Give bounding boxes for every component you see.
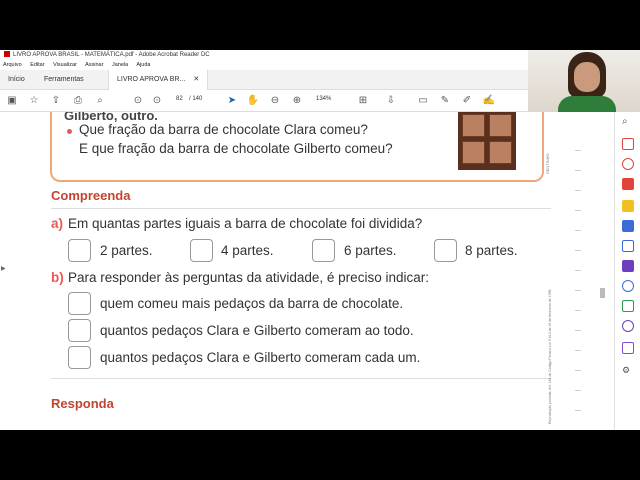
- tab-home[interactable]: Início: [0, 70, 33, 90]
- chocolate-bar-image: [458, 112, 516, 170]
- item-a-text: Em quantas partes iguais a barra de choc…: [68, 216, 423, 231]
- option-b-2: quantos pedaços Clara e Gilberto comeram…: [100, 323, 414, 338]
- scan-ocr-icon[interactable]: [622, 300, 634, 312]
- checkbox-a-1[interactable]: [68, 239, 91, 262]
- menu-assinar[interactable]: Assinar: [85, 62, 103, 68]
- checkbox-b-3[interactable]: [68, 346, 91, 369]
- option-b-1: quem comeu mais pedaços da barra de choc…: [100, 296, 404, 311]
- select-cursor-icon[interactable]: ➤: [225, 94, 239, 108]
- title-bar: LIVRO APROVA BRASIL - MATEMÁTICA.pdf - A…: [0, 50, 528, 61]
- print-icon[interactable]: ⎙: [71, 94, 85, 108]
- menu-ajuda[interactable]: Ajuda: [136, 62, 150, 68]
- fit-page-icon[interactable]: ⊞: [356, 94, 370, 108]
- zoom-out-icon[interactable]: ⊖: [268, 94, 282, 108]
- menu-editar[interactable]: Editar: [30, 62, 44, 68]
- checkbox-a-4[interactable]: [434, 239, 457, 262]
- hand-tool-icon[interactable]: ✋: [246, 94, 260, 108]
- checkbox-b-2[interactable]: [68, 319, 91, 342]
- webcam-overlay: [528, 50, 640, 112]
- fill-sign-icon[interactable]: [622, 260, 634, 272]
- page-total: / 140: [189, 96, 203, 102]
- page-current[interactable]: 82: [176, 96, 183, 102]
- presenter-shirt: [558, 96, 616, 112]
- left-panel-toggle-icon[interactable]: ▶: [1, 265, 6, 272]
- export-pdf-icon[interactable]: [622, 138, 634, 150]
- highlight-icon[interactable]: ✐: [460, 94, 474, 108]
- settings-icon[interactable]: ⚙: [622, 364, 634, 376]
- pdf-page: Gilberto, outro. Que fração da barra de …: [8, 112, 604, 430]
- acrobat-icon: [4, 51, 10, 57]
- tab-home-label: Início: [8, 76, 25, 83]
- copyright-notice: Reprodução proibida. Art. 184 do Código …: [548, 288, 552, 424]
- window-title: LIVRO APROVA BRASIL - MATEMÁTICA.pdf - A…: [13, 52, 210, 58]
- question-line-1: Que fração da barra de chocolate Clara c…: [79, 122, 368, 137]
- tab-bar: Início Ferramentas LIVRO APROVA BR... ✕: [0, 70, 528, 90]
- tab-tools[interactable]: Ferramentas: [36, 70, 92, 90]
- menu-bar: Arquivo Editar Visualizar Assinar Janela…: [0, 61, 528, 70]
- comment-tool-icon[interactable]: [622, 200, 634, 212]
- side-label: SENTINHO: [545, 153, 550, 174]
- section-responda: Responda: [51, 396, 114, 411]
- checkbox-a-3[interactable]: [312, 239, 335, 262]
- menu-visualizar[interactable]: Visualizar: [53, 62, 77, 68]
- item-a-label: a): [51, 216, 64, 231]
- save-icon[interactable]: ▣: [5, 94, 19, 108]
- send-review-icon[interactable]: [622, 342, 634, 354]
- divider: [51, 378, 551, 379]
- checkbox-b-1[interactable]: [68, 292, 91, 315]
- zoom-search-icon[interactable]: ⌕: [622, 116, 634, 128]
- question-line-2: E que fração da barra de chocolate Gilbe…: [79, 141, 393, 156]
- bookmark-star-icon[interactable]: ☆: [27, 94, 41, 108]
- sign-icon[interactable]: ✍: [482, 94, 496, 108]
- option-b-3: quantos pedaços Clara e Gilberto comeram…: [100, 350, 421, 365]
- tab-document-label: LIVRO APROVA BR...: [117, 76, 186, 83]
- option-a-4: 8 partes.: [465, 243, 518, 258]
- menu-arquivo[interactable]: Arquivo: [3, 62, 22, 68]
- toolbar: ▣ ☆ ⇪ ⎙ ⌕ ⊙ ⊙ 82 / 140 ➤ ✋ ⊖ ⊕ 134% ⊞ ⇩ …: [0, 90, 528, 112]
- scroll-mode-icon[interactable]: ⇩: [384, 94, 398, 108]
- presenter-face: [574, 62, 600, 92]
- bullet: [67, 129, 72, 134]
- zoom-level[interactable]: 134%: [316, 96, 331, 102]
- app-window: LIVRO APROVA BRASIL - MATEMÁTICA.pdf - A…: [0, 50, 640, 430]
- combine-files-icon[interactable]: [622, 220, 634, 232]
- vertical-scrollbar[interactable]: [598, 112, 606, 430]
- tab-document[interactable]: LIVRO APROVA BR... ✕: [108, 70, 209, 90]
- scrollbar-thumb[interactable]: [600, 288, 605, 298]
- upload-icon[interactable]: ⇪: [49, 94, 63, 108]
- pen-icon[interactable]: ✎: [438, 94, 452, 108]
- divider: [51, 208, 551, 209]
- next-page-icon[interactable]: ⊙: [150, 94, 164, 108]
- zoom-search-icon[interactable]: ⌕: [93, 94, 107, 108]
- menu-janela[interactable]: Janela: [112, 62, 128, 68]
- protect-icon[interactable]: [622, 280, 634, 292]
- zoom-in-icon[interactable]: ⊕: [290, 94, 304, 108]
- organize-pages-icon[interactable]: [622, 240, 634, 252]
- comment-icon[interactable]: ▭: [416, 94, 430, 108]
- section-compreenda: Compreenda: [51, 188, 131, 203]
- create-pdf-icon[interactable]: [622, 178, 634, 190]
- edit-pdf-icon[interactable]: [622, 158, 634, 170]
- option-a-2: 4 partes.: [221, 243, 274, 258]
- option-a-1: 2 partes.: [100, 243, 153, 258]
- more-tools-icon[interactable]: [622, 320, 634, 332]
- close-tab-icon[interactable]: ✕: [193, 76, 199, 83]
- option-a-3: 6 partes.: [344, 243, 397, 258]
- tools-side-panel: ⌕ ⚙: [614, 112, 640, 430]
- prev-page-icon[interactable]: ⊙: [131, 94, 145, 108]
- tab-tools-label: Ferramentas: [44, 76, 84, 83]
- item-b-text: Para responder às perguntas da atividade…: [68, 270, 429, 285]
- item-b-label: b): [51, 270, 64, 285]
- checkbox-a-2[interactable]: [190, 239, 213, 262]
